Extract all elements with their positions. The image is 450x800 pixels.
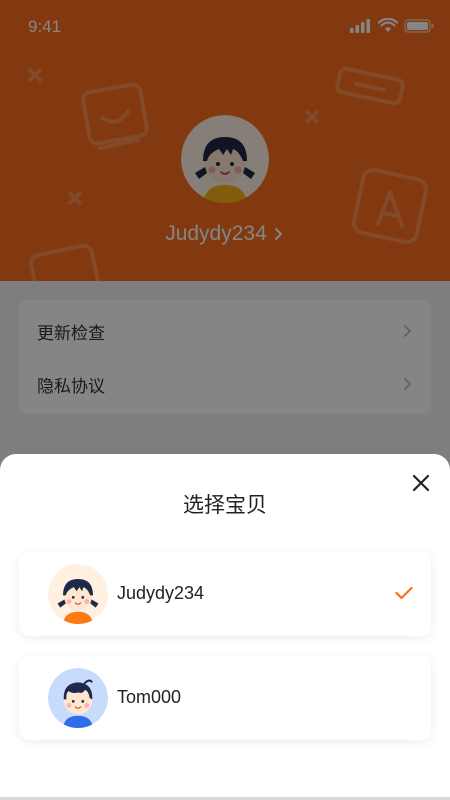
sheet-title: 选择宝贝: [183, 493, 267, 517]
avatar: [48, 668, 108, 728]
app-screen: 9:41 Judydy234 更新检查 隐私协议 选择宝贝 Judydy234 …: [0, 0, 450, 800]
child-name: Judydy234: [117, 583, 205, 603]
child-name: Tom000: [117, 687, 182, 707]
child-option-judydy234[interactable]: Judydy234: [19, 552, 431, 636]
boy-avatar-icon: [48, 668, 108, 728]
child-option-tom000[interactable]: Tom000: [19, 656, 431, 740]
checkmark-icon: [395, 586, 413, 600]
avatar: [48, 564, 108, 624]
girl-avatar-icon: [48, 564, 108, 624]
